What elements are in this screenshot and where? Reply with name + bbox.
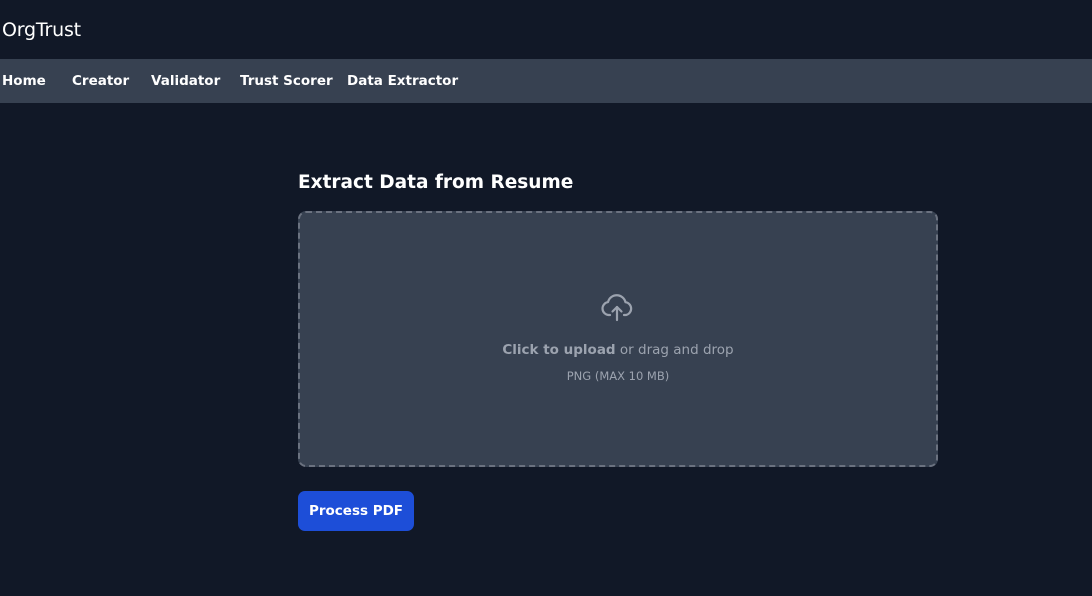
cloud-upload-icon xyxy=(600,293,634,323)
file-upload-dropzone[interactable]: Click to upload or drag and drop PNG (MA… xyxy=(298,211,938,467)
file-type-hint: PNG (MAX 10 MB) xyxy=(566,369,670,383)
brand-logo-text[interactable]: OrgTrust xyxy=(2,18,81,42)
nav-item-creator[interactable]: Creator xyxy=(72,73,129,89)
nav-item-home[interactable]: Home xyxy=(2,73,46,89)
click-to-upload-text[interactable]: Click to upload xyxy=(502,342,615,358)
process-pdf-button[interactable]: Process PDF xyxy=(298,491,414,531)
upload-instructions: Click to upload or drag and drop xyxy=(300,341,936,359)
app-header: OrgTrust xyxy=(0,0,1092,59)
nav-item-data-extractor[interactable]: Data Extractor xyxy=(347,73,458,89)
nav-item-validator[interactable]: Validator xyxy=(151,73,220,89)
drag-drop-text: or drag and drop xyxy=(615,342,734,358)
nav-item-trust-scorer[interactable]: Trust Scorer xyxy=(240,73,333,89)
main-navbar: Home Creator Validator Trust Scorer Data… xyxy=(0,59,1092,103)
page-title: Extract Data from Resume xyxy=(298,172,574,193)
